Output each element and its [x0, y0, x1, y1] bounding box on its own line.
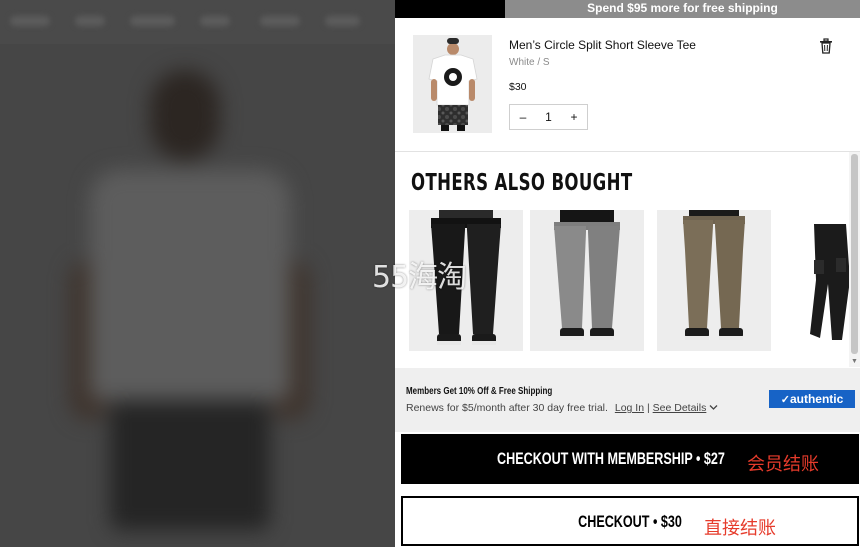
- cart-scrollbar[interactable]: ▼: [849, 152, 860, 367]
- others-also-bought-heading: OTHERS ALSO BOUGHT: [411, 170, 633, 196]
- cart-line-item: Men’s Circle Split Short Sleeve Tee Whit…: [395, 18, 860, 152]
- background-product-image: [40, 60, 340, 540]
- authentic-logo[interactable]: ✓authentic: [769, 390, 855, 408]
- free-shipping-message: Spend $95 more for free shipping: [587, 1, 778, 15]
- membership-headline: Members Get 10% Off & Free Shipping: [406, 386, 553, 397]
- authentic-check-icon: ✓: [780, 394, 790, 406]
- decrease-quantity-button[interactable]: –: [510, 105, 536, 129]
- watermark-logo: 55海淘: [372, 260, 467, 295]
- cart-item-thumbnail[interactable]: [413, 35, 492, 133]
- membership-checkout-annotation: 会员结账: [747, 454, 819, 475]
- increase-quantity-button[interactable]: +: [561, 105, 587, 129]
- cart-item-name[interactable]: Men’s Circle Split Short Sleeve Tee: [509, 38, 696, 52]
- background-product-page: [0, 0, 395, 547]
- checkout-with-membership-label: CHECKOUT WITH MEMBERSHIP • $27: [497, 449, 725, 468]
- membership-subtext-line: Renews for $5/month after 30 day free tr…: [406, 402, 718, 414]
- chevron-down-icon[interactable]: [709, 402, 718, 414]
- recommendation-item-2[interactable]: [530, 210, 644, 351]
- link-separator: |: [646, 402, 650, 414]
- scroll-down-arrow-icon[interactable]: ▼: [851, 358, 858, 366]
- recommendation-carousel: [409, 210, 849, 352]
- membership-promo: Members Get 10% Off & Free Shipping Rene…: [395, 368, 860, 432]
- trash-icon[interactable]: [819, 38, 833, 54]
- direct-checkout-annotation: 直接结账: [704, 518, 776, 539]
- see-details-link[interactable]: See Details: [653, 402, 707, 414]
- background-nav-bar: [0, 0, 395, 44]
- login-link[interactable]: Log In: [615, 402, 644, 414]
- recommendation-item-3[interactable]: [657, 210, 771, 351]
- quantity-value[interactable]: 1: [536, 105, 561, 129]
- recommendation-item-4[interactable]: [784, 210, 849, 351]
- quantity-stepper: – 1 +: [509, 104, 588, 130]
- checkout-button[interactable]: CHECKOUT • $30: [401, 496, 859, 546]
- cart-item-variant: White / S: [509, 57, 550, 68]
- cart-item-price: $30: [509, 81, 527, 93]
- membership-subtext: Renews for $5/month after 30 day free tr…: [406, 402, 608, 414]
- free-shipping-progress-bar: Spend $95 more for free shipping: [395, 0, 860, 18]
- scrollbar-thumb[interactable]: [851, 154, 858, 354]
